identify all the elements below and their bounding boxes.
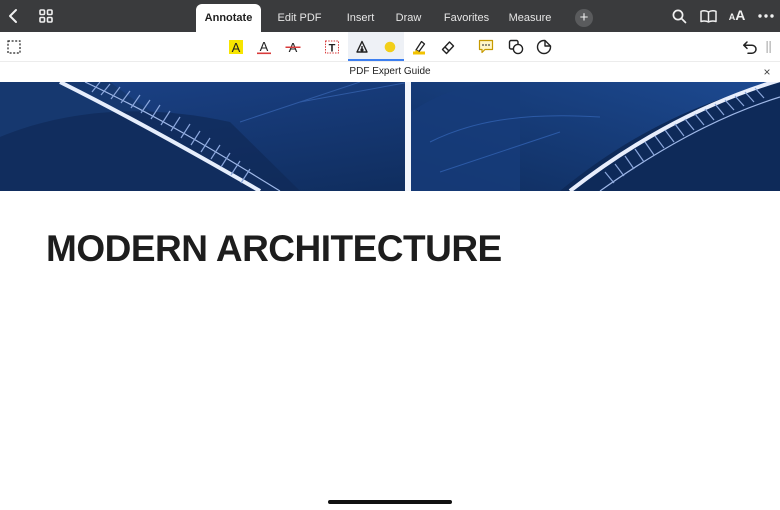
highlight-text-icon[interactable]: A [222, 32, 250, 61]
architecture-photo [0, 82, 780, 191]
tab-measure[interactable]: Measure [499, 4, 561, 32]
tab-favorites[interactable]: Favorites [434, 4, 499, 32]
marquee-select-icon[interactable] [0, 32, 28, 61]
text-box-icon[interactable]: T [318, 32, 346, 61]
text-size-icon[interactable]: AA [723, 0, 751, 32]
mode-tabs: Annotate Edit PDF Insert Draw Favorites … [196, 4, 593, 32]
eraser-icon[interactable] [434, 32, 462, 61]
stamp-icon[interactable] [530, 32, 558, 61]
document-title: PDF Expert Guide [349, 66, 431, 77]
hero-image [0, 82, 780, 191]
grid-icon[interactable] [32, 0, 60, 32]
tab-edit-pdf[interactable]: Edit PDF [261, 4, 338, 32]
comment-icon[interactable] [472, 32, 500, 61]
svg-text:T: T [329, 42, 336, 54]
annotation-toolbar: A A A T [0, 32, 780, 61]
chevron-left-icon[interactable] [0, 0, 28, 32]
highlighter-icon[interactable] [405, 32, 433, 61]
page-heading: MODERN ARCHITECTURE [46, 228, 502, 269]
tab-insert[interactable]: Insert [338, 4, 383, 32]
book-icon[interactable] [694, 0, 722, 32]
close-document-button[interactable]: × [760, 64, 774, 80]
toolbar-drag-handle-icon[interactable] [758, 32, 780, 61]
strikethrough-text-icon[interactable]: A [279, 32, 307, 61]
tab-annotate[interactable]: Annotate [196, 4, 261, 32]
svg-text:A: A [232, 40, 241, 55]
search-icon[interactable] [665, 0, 693, 32]
more-icon[interactable] [752, 0, 780, 32]
document-title-bar: PDF Expert Guide × [0, 61, 780, 82]
top-bar: Annotate Edit PDF Insert Draw Favorites … [0, 0, 780, 32]
svg-text:A: A [260, 39, 269, 54]
tab-draw[interactable]: Draw [383, 4, 434, 32]
pen-color-swatch-icon[interactable] [376, 32, 404, 61]
home-indicator[interactable] [328, 500, 452, 504]
underline-text-icon[interactable]: A [250, 32, 278, 61]
pen-tool-icon[interactable] [348, 32, 376, 61]
text-size-large-glyph: A [735, 7, 746, 23]
add-tool-button[interactable]: + [575, 9, 593, 27]
shapes-icon[interactable] [502, 32, 530, 61]
